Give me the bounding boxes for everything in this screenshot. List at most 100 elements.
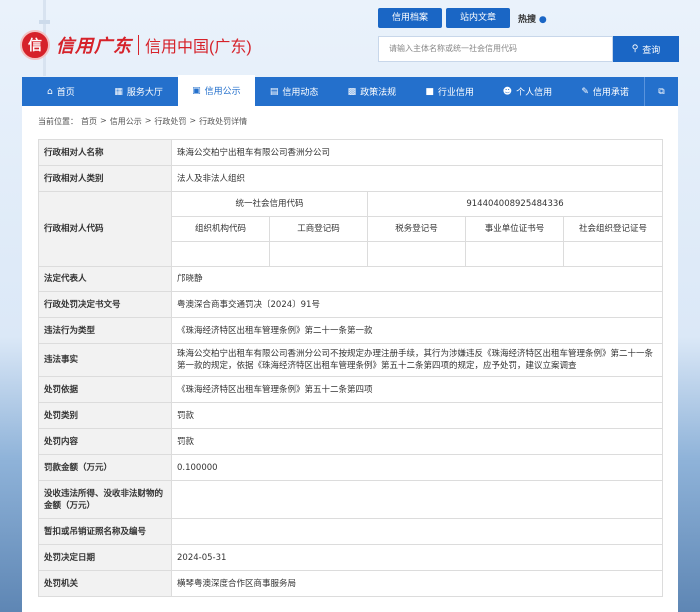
business-reg-value [269, 241, 368, 267]
breadcrumb: 当前位置： 首页 > 信用公示 > 行政处罚 > 行政处罚详情 [38, 116, 662, 127]
penalty-content-value: 罚款 [170, 428, 664, 455]
nav-label: 服务大厅 [126, 88, 163, 98]
org-code-value [171, 241, 270, 267]
search-tab-credit-file[interactable]: 信用档案 [378, 8, 443, 28]
search-icon: ⚲ [631, 44, 639, 54]
logo-calligraphy: 信用广东 [56, 36, 132, 57]
basis-value: 《珠海经济特区出租车管理条例》第五十二条第四项 [170, 376, 664, 403]
home-icon: ⌂ [47, 86, 53, 97]
breadcrumb-sep: > [144, 116, 152, 125]
breadcrumb-penalty[interactable]: 行政处罚 [154, 116, 186, 127]
search-tabs: 信用档案 站内文章 热搜 ● [378, 8, 547, 28]
nav-service-hall[interactable]: ▦ 服务大厅 [100, 77, 178, 106]
nav-credit-commitment[interactable]: ✎ 信用承诺 [566, 77, 644, 106]
suspend-label: 暂扣或吊销证照名称及编号 [38, 518, 172, 545]
nav-label: 行业信用 [437, 88, 474, 98]
table-row: 罚款金额（万元） 0.100000 [38, 454, 664, 481]
uscc-label: 统一社会信用代码 [171, 191, 368, 217]
org-code-header: 组织机构代码 [171, 216, 270, 242]
nav-industry-credit[interactable]: ■ 行业信用 [411, 77, 489, 106]
nav-expand-button[interactable]: ⧉ [644, 77, 678, 106]
breadcrumb-credit-disclosure[interactable]: 信用公示 [110, 116, 142, 127]
nav-label: 信用公示 [204, 87, 241, 97]
date-label: 处罚决定日期 [38, 544, 172, 571]
nav-policies[interactable]: ▩ 政策法规 [333, 77, 411, 106]
table-row: 处罚内容 罚款 [38, 428, 664, 455]
hotword-label: 热搜 [518, 14, 537, 25]
tax-reg-header: 税务登记号 [367, 216, 466, 242]
date-value: 2024-05-31 [170, 544, 664, 571]
penalty-content-label: 处罚内容 [38, 428, 172, 455]
name-label: 行政相对人名称 [38, 139, 172, 166]
code-label: 行政相对人代码 [38, 191, 172, 267]
breadcrumb-prefix: 当前位置： [38, 117, 78, 126]
logo-title: 信用中国(广东) [145, 39, 252, 56]
nav-label: 信用动态 [282, 88, 319, 98]
violation-type-value: 《珠海经济特区出租车管理条例》第二十一条第一款 [170, 317, 664, 344]
breadcrumb-home[interactable]: 首页 [81, 116, 97, 127]
search-input[interactable]: 请输入主体名称或统一社会信用代码 [378, 36, 613, 62]
nav-label: 个人信用 [516, 88, 553, 98]
table-row: 行政处罚决定书文号 粤澳深合商事交通罚决〔2024〕91号 [38, 291, 664, 318]
table-row: 处罚机关 横琴粤澳深度合作区商事服务局 [38, 570, 664, 597]
nav-label: 政策法规 [360, 88, 397, 98]
breadcrumb-sep: > [100, 116, 107, 125]
institution-cert-value [465, 241, 564, 267]
table-row: 处罚决定日期 2024-05-31 [38, 544, 664, 571]
name-value: 珠海公交柏宁出租车有限公司香洲分公司 [170, 139, 664, 166]
search-button[interactable]: ⚲ 查询 [613, 36, 679, 62]
table-row: 处罚依据 《珠海经济特区出租车管理条例》第五十二条第四项 [38, 376, 664, 403]
business-reg-header: 工商登记码 [269, 216, 368, 242]
logo-separator [138, 35, 139, 55]
confiscation-label: 没收违法所得、没收非法财物的金额（万元） [38, 480, 172, 519]
expand-icon: ⧉ [658, 86, 665, 97]
suspend-value [170, 518, 664, 545]
site-header: 信 信用广东 信用中国(广东) 信用档案 站内文章 热搜 ● 请输入主体名称或统… [0, 0, 700, 76]
penalty-type-value: 罚款 [170, 402, 664, 429]
amount-value: 0.100000 [170, 454, 664, 481]
legal-rep-value: 邝晓静 [170, 266, 664, 292]
facts-value: 珠海公交柏宁出租车有限公司香洲分公司不按规定办理注册手续，其行为涉嫌违反《珠海经… [170, 343, 664, 377]
flame-icon: ● [538, 14, 547, 25]
table-row: 违法事实 珠海公交柏宁出租车有限公司香洲分公司不按规定办理注册手续，其行为涉嫌违… [38, 343, 664, 377]
hotword[interactable]: 热搜 ● [518, 12, 547, 25]
facts-label: 违法事实 [38, 343, 172, 377]
nav-credit-disclosure[interactable]: ▣ 信用公示 [177, 75, 256, 106]
legal-rep-label: 法定代表人 [38, 266, 172, 292]
document-icon: ▤ [269, 86, 279, 97]
person-icon: ☻ [502, 86, 513, 97]
grid-icon: ▦ [114, 86, 123, 97]
category-value: 法人及非法人组织 [170, 165, 664, 192]
table-row: 暂扣或吊销证照名称及编号 [38, 518, 664, 545]
breadcrumb-sep: > [189, 116, 197, 125]
category-label: 行政相对人类别 [38, 165, 172, 192]
social-org-value [562, 241, 664, 267]
nav-home[interactable]: ⌂ 首页 [22, 77, 100, 106]
institution-cert-header: 事业单位证书号 [465, 216, 564, 242]
doc-no-label: 行政处罚决定书文号 [38, 291, 172, 318]
confiscation-value [170, 480, 664, 519]
table-row: 没收违法所得、没收非法财物的金额（万元） [38, 480, 664, 519]
detail-card: 当前位置： 首页 > 信用公示 > 行政处罚 > 行政处罚详情 行政相对人名称 … [22, 106, 678, 612]
briefcase-icon: ■ [425, 86, 434, 97]
table-row: 行政相对人类别 法人及非法人组织 [38, 165, 664, 192]
breadcrumb-current: 行政处罚详情 [199, 117, 248, 126]
basis-label: 处罚依据 [38, 376, 172, 403]
penalty-detail-table: 行政相对人名称 珠海公交柏宁出租车有限公司香洲分公司 行政相对人类别 法人及非法… [38, 139, 664, 597]
amount-label: 罚款金额（万元） [38, 454, 172, 481]
nav-credit-news[interactable]: ▤ 信用动态 [255, 77, 333, 106]
search-tab-articles[interactable]: 站内文章 [446, 8, 511, 28]
pen-icon: ✎ [581, 86, 589, 97]
nav-label: 信用承诺 [592, 88, 629, 98]
table-row: 处罚类别 罚款 [38, 402, 664, 429]
table-row: 行政相对人名称 珠海公交柏宁出租车有限公司香洲分公司 [38, 139, 664, 166]
nav-label: 首页 [56, 88, 75, 98]
search-button-label: 查询 [642, 45, 661, 56]
table-row: 法定代表人 邝晓静 [38, 266, 664, 292]
nav-personal-credit[interactable]: ☻ 个人信用 [489, 77, 567, 106]
uscc-value: 914404008925484336 [366, 191, 664, 217]
violation-type-label: 违法行为类型 [38, 317, 172, 344]
book-icon: ▩ [347, 86, 357, 97]
bag-icon: ▣ [192, 85, 201, 96]
site-logo[interactable]: 信 信用广东 信用中国(广东) [20, 30, 252, 60]
